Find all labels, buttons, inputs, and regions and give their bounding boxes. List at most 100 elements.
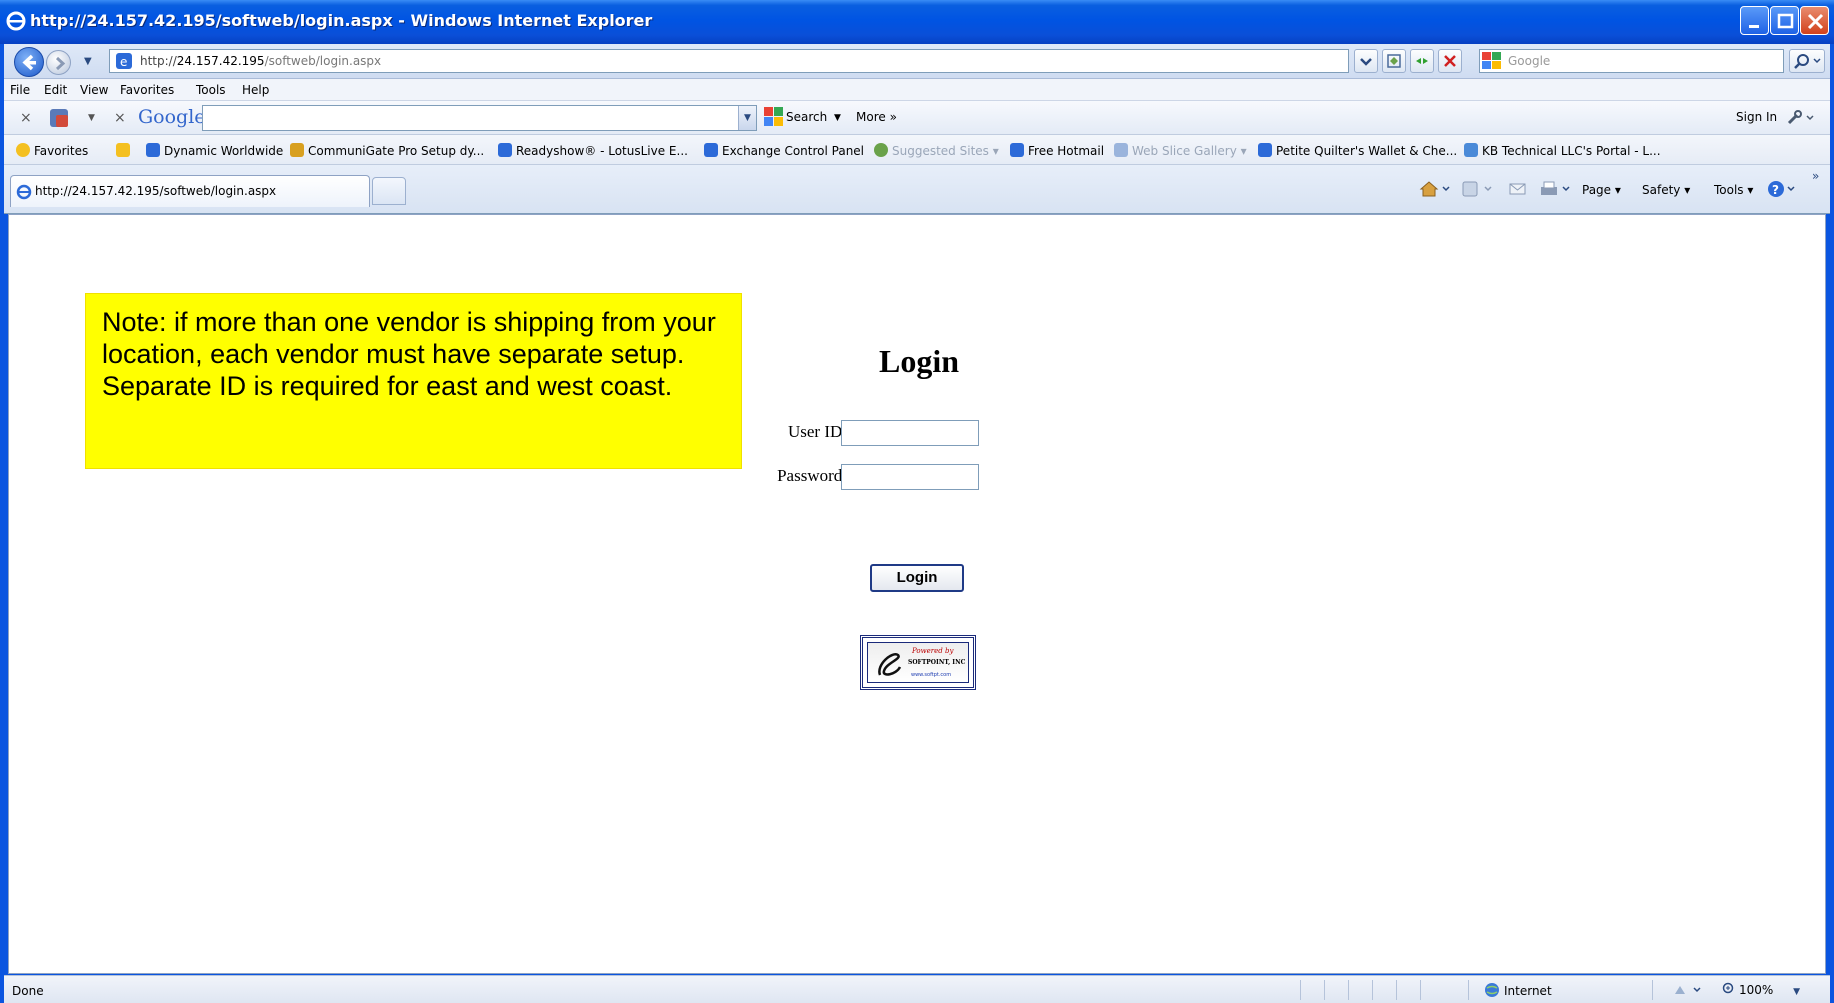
menu-file[interactable]: File xyxy=(10,83,30,97)
search-button[interactable] xyxy=(1789,49,1825,73)
stop-button[interactable] xyxy=(1438,49,1462,73)
home-icon[interactable] xyxy=(1418,179,1454,202)
address-prefix: http:// xyxy=(140,54,177,68)
favorite-link-petite-quilter[interactable]: Petite Quilter's Wallet & Che... xyxy=(1258,143,1457,158)
search-icon xyxy=(1794,54,1821,69)
google-search-dropdown[interactable]: ▼ xyxy=(738,106,756,130)
tools-menu[interactable]: Tools ▾ xyxy=(1714,183,1753,197)
addon-dropdown-icon[interactable]: ▼ xyxy=(88,113,95,123)
more-button[interactable]: More » xyxy=(856,110,897,124)
status-separator xyxy=(1324,980,1325,1000)
password-label: Password: xyxy=(777,466,847,485)
forward-arrow-icon xyxy=(55,56,66,71)
forward-button[interactable] xyxy=(46,50,71,75)
favorite-link-exchange[interactable]: Exchange Control Panel xyxy=(704,143,864,158)
add-to-favorites-bar-icon[interactable] xyxy=(116,143,134,158)
suggested-sites-icon xyxy=(874,143,888,157)
favorite-label: Web Slice Gallery ▾ xyxy=(1132,144,1247,158)
security-zone[interactable]: Internet xyxy=(1484,982,1552,998)
powered-by-badge[interactable]: Powered by SOFTPOINT, INC www.softpt.com xyxy=(860,635,976,690)
add-favorite-icon xyxy=(116,143,130,157)
favorite-link-communigate[interactable]: CommuniGate Pro Setup dy... xyxy=(290,143,484,158)
search-options-icon[interactable]: ▼ xyxy=(834,113,841,123)
search-placeholder: Google xyxy=(1508,54,1551,68)
badge-frame: Powered by SOFTPOINT, INC www.softpt.com xyxy=(867,642,969,683)
wrench-icon[interactable] xyxy=(1786,109,1816,130)
menu-tools[interactable]: Tools xyxy=(196,83,226,97)
ie-page-icon xyxy=(498,143,512,157)
favorite-link-hotmail[interactable]: Free Hotmail xyxy=(1010,143,1104,158)
ie-page-icon xyxy=(1258,143,1272,157)
ie-page-icon xyxy=(1010,143,1024,157)
minimize-button[interactable] xyxy=(1740,6,1769,35)
refresh-button[interactable] xyxy=(1410,49,1434,73)
tab-title: http://24.157.42.195/softweb/login.aspx xyxy=(35,184,277,198)
google-search-button[interactable]: Search xyxy=(786,110,827,124)
menu-bar: File Edit View Favorites Tools Help xyxy=(4,79,1830,101)
title-bar: http://24.157.42.195/softweb/login.aspx … xyxy=(0,0,1834,44)
password-field[interactable] xyxy=(841,464,979,490)
recent-pages-dropdown-icon[interactable]: ▼ xyxy=(84,56,92,67)
favorite-link-readyshow[interactable]: Readyshow® - LotusLive E... xyxy=(498,143,688,158)
ie-page-icon xyxy=(146,143,160,157)
status-bar: Done Internet 100% ▼ xyxy=(4,975,1830,1003)
feeds-icon[interactable] xyxy=(1460,179,1496,202)
zoom-dropdown-icon[interactable]: ▼ xyxy=(1793,987,1800,997)
google-logo: Google xyxy=(138,106,206,128)
vendor-note: Note: if more than one vendor is shippin… xyxy=(85,293,742,469)
google-search-input[interactable]: ▼ xyxy=(202,105,757,131)
google-search-provider-icon xyxy=(1482,52,1502,70)
close-google-toolbar-icon[interactable]: × xyxy=(114,110,126,126)
menu-help[interactable]: Help xyxy=(242,83,269,97)
protected-mode-icon[interactable] xyxy=(1672,983,1706,1000)
refresh-icon xyxy=(1416,58,1428,64)
ie-page-icon xyxy=(704,143,718,157)
address-dropdown-button[interactable] xyxy=(1354,49,1378,73)
suggested-sites-button[interactable]: Suggested Sites ▾ xyxy=(874,143,999,158)
menu-view[interactable]: View xyxy=(80,83,108,97)
page-content: Note: if more than one vendor is shippin… xyxy=(8,214,1826,974)
stop-icon xyxy=(1444,55,1456,67)
login-button[interactable]: Login xyxy=(870,564,964,592)
close-toolbar-icon[interactable]: × xyxy=(20,110,32,126)
close-window-button[interactable] xyxy=(1800,6,1829,35)
print-icon[interactable] xyxy=(1538,179,1574,202)
help-icon[interactable]: ? xyxy=(1766,179,1802,202)
zoom-level[interactable]: 100% ▼ xyxy=(1722,982,1800,997)
new-tab-button[interactable] xyxy=(372,177,406,205)
address-row: ▼ e http://24.157.42.195/softweb/login.a… xyxy=(4,44,1830,79)
back-button[interactable] xyxy=(14,47,44,77)
sign-in-button[interactable]: Sign In xyxy=(1736,110,1777,124)
tab-login-page[interactable]: http://24.157.42.195/softweb/login.aspx xyxy=(10,175,370,207)
toolbar-overflow-icon[interactable]: » xyxy=(1812,169,1819,183)
menu-edit[interactable]: Edit xyxy=(44,83,67,97)
favorite-link-kb-technical[interactable]: KB Technical LLC's Portal - L... xyxy=(1464,143,1661,158)
favorite-label: Dynamic Worldwide xyxy=(164,144,284,158)
address-bar[interactable]: e http://24.157.42.195/softweb/login.asp… xyxy=(109,49,1349,73)
star-icon xyxy=(16,143,30,157)
browser-window: http://24.157.42.195/softweb/login.aspx … xyxy=(0,0,1834,1003)
favorite-label: Petite Quilter's Wallet & Che... xyxy=(1276,144,1458,158)
portal-icon xyxy=(1464,143,1478,157)
addon-icon[interactable] xyxy=(48,107,78,132)
favorite-label: Readyshow® - LotusLive E... xyxy=(516,144,688,158)
page-menu[interactable]: Page ▾ xyxy=(1582,183,1621,197)
menu-favorites[interactable]: Favorites xyxy=(120,83,174,97)
safety-menu[interactable]: Safety ▾ xyxy=(1642,183,1690,197)
google-logo-text: Google xyxy=(138,106,206,128)
favorite-link-dynamic-worldwide[interactable]: Dynamic Worldwide xyxy=(146,143,283,158)
communigate-icon xyxy=(290,143,304,157)
svg-text:?: ? xyxy=(1772,183,1779,197)
favorites-button[interactable]: Favorites xyxy=(16,143,88,158)
badge-line-company: SOFTPOINT, INC xyxy=(908,659,966,666)
svg-text:e: e xyxy=(120,55,127,69)
status-separator xyxy=(1468,980,1469,1000)
user-id-field[interactable] xyxy=(841,420,979,446)
web-slice-gallery-button[interactable]: Web Slice Gallery ▾ xyxy=(1114,143,1247,158)
maximize-button[interactable] xyxy=(1770,6,1799,35)
search-input[interactable]: Google xyxy=(1479,49,1784,73)
page-icon: e xyxy=(116,53,132,72)
read-mail-icon[interactable] xyxy=(1508,179,1528,202)
softpoint-logo-icon xyxy=(872,647,906,682)
compatibility-view-button[interactable] xyxy=(1382,49,1406,73)
